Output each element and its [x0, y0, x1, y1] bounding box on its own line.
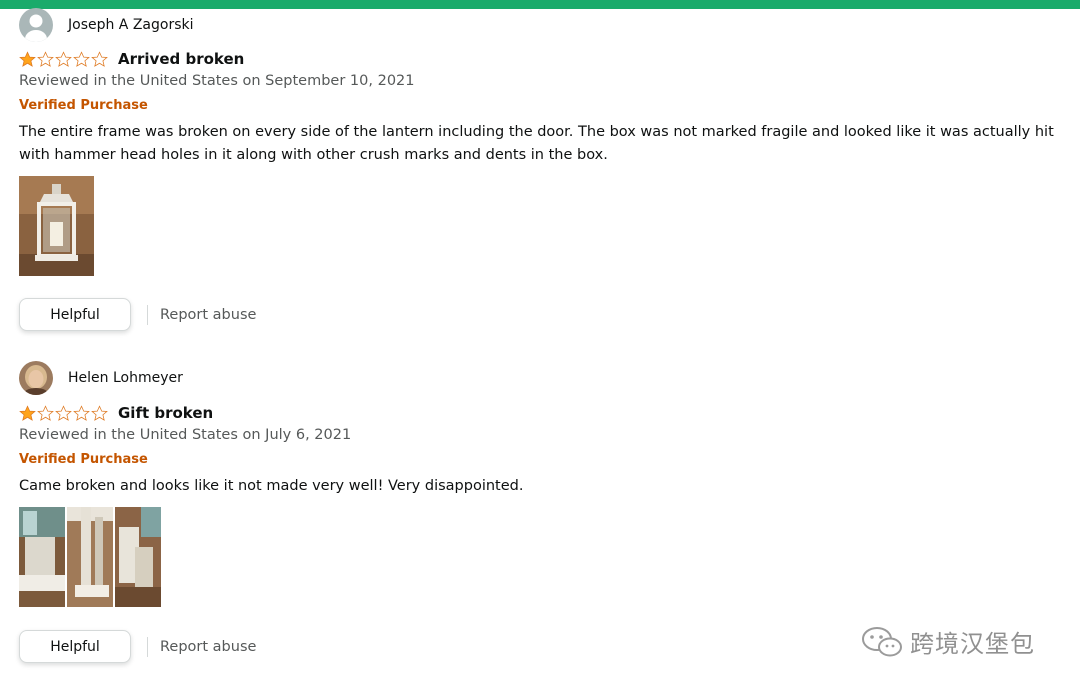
wechat-icon: [862, 626, 902, 656]
star-icon-empty: [73, 404, 90, 421]
review-title[interactable]: Arrived broken: [118, 50, 244, 68]
action-divider: [147, 304, 148, 325]
review-body: Came broken and looks like it not made v…: [19, 478, 524, 494]
reviewer-profile[interactable]: Joseph A Zagorski: [19, 8, 194, 42]
star-icon-filled: [19, 404, 36, 421]
star-icon-filled: [19, 50, 36, 67]
reviewer-avatar: [19, 361, 53, 395]
star-icon-empty: [91, 50, 108, 67]
helpful-button[interactable]: Helpful: [19, 298, 131, 331]
review-photos: [19, 176, 94, 276]
report-abuse-link[interactable]: Report abuse: [160, 639, 256, 655]
review-photo-thumbnail[interactable]: [115, 507, 161, 607]
star-icon-empty: [37, 404, 54, 421]
star-icon-empty: [55, 404, 72, 421]
review-title[interactable]: Gift broken: [118, 404, 213, 422]
verified-purchase-badge[interactable]: Verified Purchase: [19, 452, 148, 467]
review-photo-thumbnail[interactable]: [19, 176, 94, 276]
review-date: Reviewed in the United States on July 6,…: [19, 427, 352, 443]
star-icon-empty: [55, 50, 72, 67]
review-photo-thumbnail[interactable]: [67, 507, 113, 607]
review-body: The entire frame was broken on every sid…: [19, 124, 1054, 163]
action-divider: [147, 636, 148, 657]
star-icon-empty: [37, 50, 54, 67]
report-abuse-link[interactable]: Report abuse: [160, 307, 256, 323]
watermark-text: 跨境汉堡包: [910, 630, 1035, 658]
reviewer-profile[interactable]: Helen Lohmeyer: [19, 361, 183, 395]
review-photos: [19, 507, 161, 607]
star-rating[interactable]: [19, 404, 108, 422]
review-date: Reviewed in the United States on Septemb…: [19, 73, 415, 89]
star-icon-empty: [91, 404, 108, 421]
watermark: 跨境汉堡包: [860, 624, 1035, 659]
review-photo-thumbnail[interactable]: [19, 507, 65, 607]
helpful-button[interactable]: Helpful: [19, 630, 131, 663]
reviewer-name[interactable]: Helen Lohmeyer: [68, 370, 183, 386]
star-rating[interactable]: [19, 50, 108, 68]
reviewer-name[interactable]: Joseph A Zagorski: [68, 17, 194, 33]
verified-purchase-badge[interactable]: Verified Purchase: [19, 98, 148, 113]
default-avatar: [19, 8, 53, 42]
star-icon-empty: [73, 50, 90, 67]
